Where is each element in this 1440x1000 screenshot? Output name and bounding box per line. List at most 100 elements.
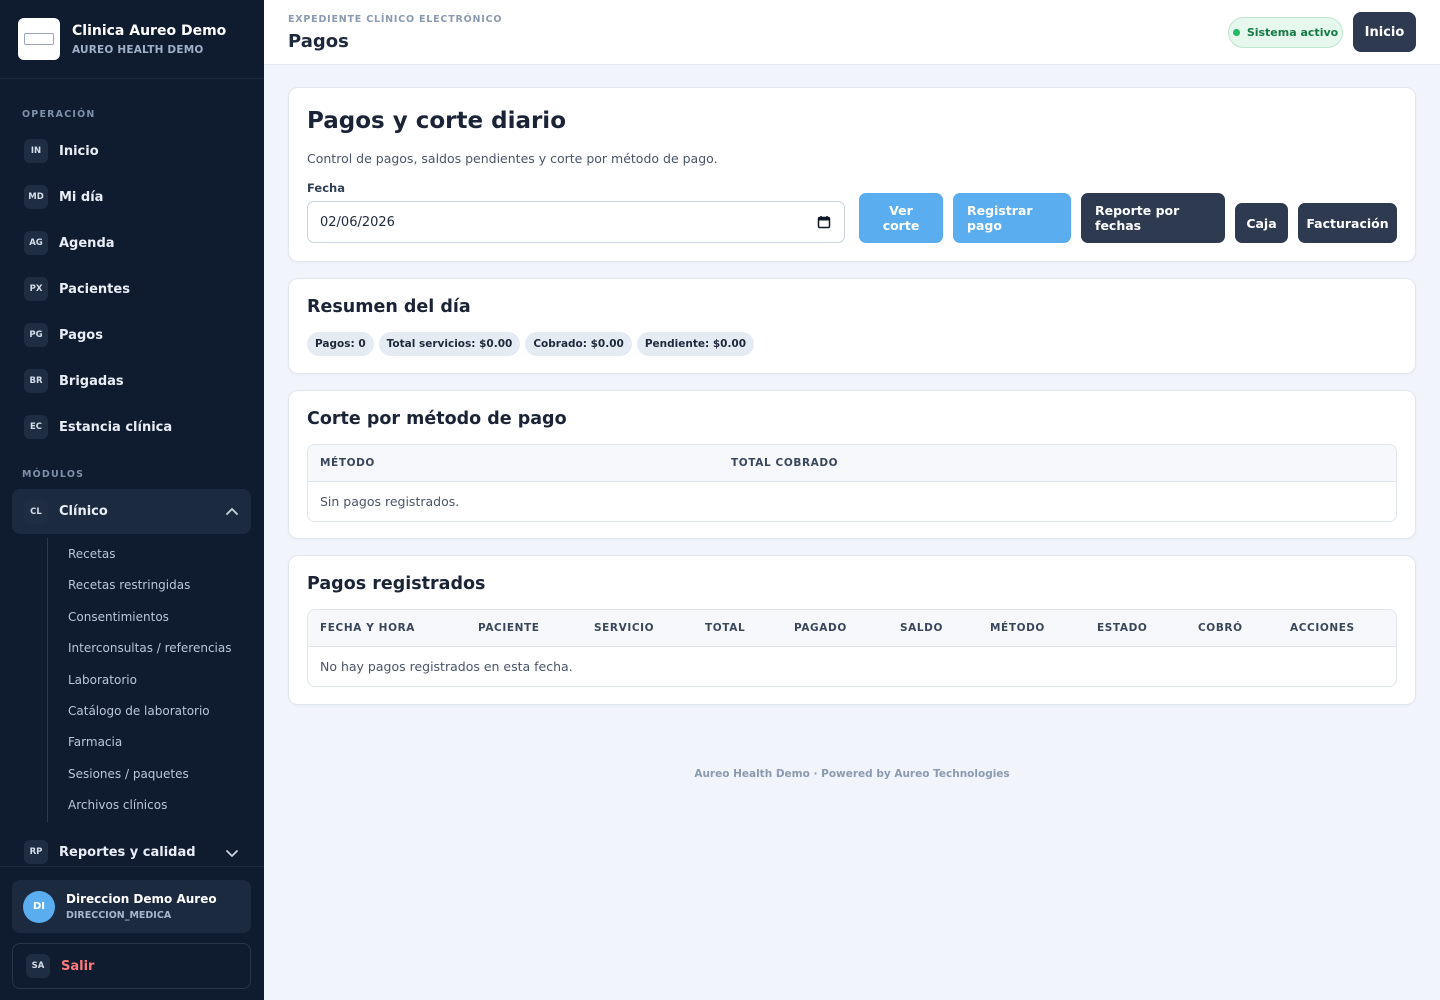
empty-state: Sin pagos registrados. bbox=[320, 494, 460, 509]
submenu-item-recetas-restringidas[interactable]: Recetas restringidas bbox=[68, 578, 190, 592]
pacientes-badge-icon: PX bbox=[24, 277, 48, 301]
sidebar-item-label: Inicio bbox=[59, 143, 99, 159]
pagos-badge-icon: PG bbox=[24, 323, 48, 347]
column-header-metodo: MÉTODO bbox=[990, 622, 1045, 634]
agenda-badge-icon: AG bbox=[24, 231, 48, 255]
brand[interactable]: Clinica Aureo Demo AUREO HEALTH DEMO bbox=[0, 0, 264, 79]
caja-button[interactable]: Caja bbox=[1235, 203, 1288, 243]
empty-state: No hay pagos registrados en esta fecha. bbox=[320, 659, 573, 674]
table-header: MÉTODO TOTAL COBRADO bbox=[308, 445, 1396, 482]
section-label-modulos: MÓDULOS bbox=[22, 469, 85, 480]
home-button[interactable]: Inicio bbox=[1353, 12, 1416, 52]
pagos-registrados-title: Pagos registrados bbox=[307, 574, 486, 594]
chip-pendiente: Pendiente: $0.00 bbox=[636, 332, 755, 356]
sidebar-item-agenda[interactable]: AG Agenda bbox=[12, 223, 251, 263]
sidebar-group-clinico[interactable]: CL Clínico bbox=[12, 489, 251, 534]
sidebar-item-label: Clínico bbox=[59, 504, 108, 519]
sidebar-footer: DI Direccion Demo Aureo DIRECCION_MEDICA… bbox=[0, 866, 264, 1000]
sidebar-item-label: Agenda bbox=[59, 235, 115, 251]
column-header-saldo: SALDO bbox=[900, 622, 944, 634]
corte-title: Corte por método de pago bbox=[307, 409, 567, 429]
logout-label: Salir bbox=[61, 958, 95, 974]
table-row: Sin pagos registrados. bbox=[308, 482, 1396, 521]
chevron-up-icon bbox=[226, 508, 238, 515]
section-label-operacion: OPERACIÓN bbox=[22, 109, 96, 120]
user-role: DIRECCION_MEDICA bbox=[66, 910, 172, 921]
clinico-submenu: Recetas Recetas restringidas Consentimie… bbox=[47, 538, 247, 822]
column-header-estado: ESTADO bbox=[1097, 622, 1148, 634]
submenu-item-sesiones-paquetes[interactable]: Sesiones / paquetes bbox=[68, 767, 189, 781]
table-header: FECHA Y HORA PACIENTE SERVICIO TOTAL PAG… bbox=[308, 610, 1396, 647]
reportes-badge-icon: RP bbox=[24, 840, 48, 864]
sidebar-item-mi-dia[interactable]: MD Mi día bbox=[12, 177, 251, 217]
payments-card: Pagos y corte diario Control de pagos, s… bbox=[288, 87, 1416, 262]
column-header-total-cobrado: TOTAL COBRADO bbox=[731, 457, 839, 469]
main-title: Pagos y corte diario bbox=[307, 108, 566, 134]
topbar: EXPEDIENTE CLÍNICO ELECTRÓNICO Pagos Sis… bbox=[264, 0, 1440, 65]
mi-dia-badge-icon: MD bbox=[24, 185, 48, 209]
brand-subtitle: AUREO HEALTH DEMO bbox=[72, 43, 204, 56]
status-badge: Sistema activo bbox=[1228, 17, 1343, 48]
sidebar-item-label: Mi día bbox=[59, 189, 104, 205]
submenu-item-catalogo-laboratorio[interactable]: Catálogo de laboratorio bbox=[68, 704, 210, 718]
date-value: 02/06/2026 bbox=[320, 214, 395, 230]
table-row: No hay pagos registrados en esta fecha. bbox=[308, 647, 1396, 686]
column-header-total: TOTAL bbox=[705, 622, 746, 634]
summary-chips: Pagos: 0 Total servicios: $0.00 Cobrado:… bbox=[307, 332, 759, 356]
sidebar: Clinica Aureo Demo AUREO HEALTH DEMO OPE… bbox=[0, 0, 264, 1000]
user-card[interactable]: DI Direccion Demo Aureo DIRECCION_MEDICA bbox=[12, 880, 251, 933]
clinic-logo-icon bbox=[18, 18, 60, 60]
submenu-item-recetas[interactable]: Recetas bbox=[68, 547, 115, 561]
ver-corte-button[interactable]: Ver corte bbox=[859, 193, 943, 243]
chip-pagos: Pagos: 0 bbox=[307, 332, 374, 356]
breadcrumb: EXPEDIENTE CLÍNICO ELECTRÓNICO bbox=[288, 14, 503, 25]
sidebar-item-pacientes[interactable]: PX Pacientes bbox=[12, 269, 251, 309]
summary-card: Resumen del día Pagos: 0 Total servicios… bbox=[288, 278, 1416, 374]
date-label: Fecha bbox=[307, 181, 345, 195]
submenu-item-farmacia[interactable]: Farmacia bbox=[68, 735, 122, 749]
calendar-icon[interactable] bbox=[817, 215, 831, 229]
brigadas-badge-icon: BR bbox=[24, 369, 48, 393]
sidebar-item-label: Pagos bbox=[59, 327, 103, 343]
facturacion-button[interactable]: Facturación bbox=[1298, 203, 1397, 243]
sidebar-item-label: Pacientes bbox=[59, 281, 130, 297]
logout-button[interactable]: SA Salir bbox=[12, 943, 251, 989]
submenu-item-archivos-clinicos[interactable]: Archivos clínicos bbox=[68, 798, 167, 812]
corte-card: Corte por método de pago MÉTODO TOTAL CO… bbox=[288, 390, 1416, 539]
pagos-table: FECHA Y HORA PACIENTE SERVICIO TOTAL PAG… bbox=[307, 609, 1397, 687]
inicio-badge-icon: IN bbox=[24, 139, 48, 163]
date-input[interactable]: 02/06/2026 bbox=[307, 201, 845, 243]
brand-title: Clinica Aureo Demo bbox=[72, 22, 227, 39]
main-description: Control de pagos, saldos pendientes y co… bbox=[307, 151, 718, 166]
column-header-fecha-hora: FECHA Y HORA bbox=[320, 622, 416, 634]
sidebar-item-pagos[interactable]: PG Pagos bbox=[12, 315, 251, 355]
column-header-metodo: MÉTODO bbox=[320, 457, 375, 469]
column-header-servicio: SERVICIO bbox=[594, 622, 655, 634]
chip-total-servicios: Total servicios: $0.00 bbox=[378, 332, 521, 356]
registrar-pago-button[interactable]: Registrar pago bbox=[953, 193, 1071, 243]
submenu-item-interconsultas[interactable]: Interconsultas / referencias bbox=[68, 641, 231, 655]
status-dot-icon bbox=[1232, 29, 1240, 36]
logout-badge-icon: SA bbox=[26, 954, 50, 978]
sidebar-item-label: Estancia clínica bbox=[59, 419, 173, 435]
sidebar-item-label: Reportes y calidad bbox=[59, 844, 196, 860]
sidebar-item-inicio[interactable]: IN Inicio bbox=[12, 131, 251, 171]
user-name: Direccion Demo Aureo bbox=[66, 892, 217, 906]
sidebar-item-estancia-clinica[interactable]: EC Estancia clínica bbox=[12, 407, 251, 447]
pagos-registrados-card: Pagos registrados FECHA Y HORA PACIENTE … bbox=[288, 555, 1416, 705]
submenu-item-laboratorio[interactable]: Laboratorio bbox=[68, 673, 137, 687]
chevron-down-icon bbox=[226, 850, 238, 857]
corte-table: MÉTODO TOTAL COBRADO Sin pagos registrad… bbox=[307, 444, 1397, 522]
column-header-pagado: PAGADO bbox=[794, 622, 847, 634]
reporte-fechas-button[interactable]: Reporte por fechas bbox=[1081, 193, 1225, 243]
page-title: Pagos bbox=[288, 31, 349, 52]
avatar: DI bbox=[23, 890, 55, 923]
column-header-paciente: PACIENTE bbox=[478, 622, 540, 634]
sidebar-item-brigadas[interactable]: BR Brigadas bbox=[12, 361, 251, 401]
column-header-acciones: ACCIONES bbox=[1290, 622, 1355, 634]
column-header-cobro: COBRÓ bbox=[1198, 622, 1243, 634]
sidebar-item-label: Brigadas bbox=[59, 373, 124, 389]
submenu-item-consentimientos[interactable]: Consentimientos bbox=[68, 610, 169, 624]
clinico-badge-icon: CL bbox=[24, 499, 48, 524]
status-label: Sistema activo bbox=[1246, 26, 1339, 39]
